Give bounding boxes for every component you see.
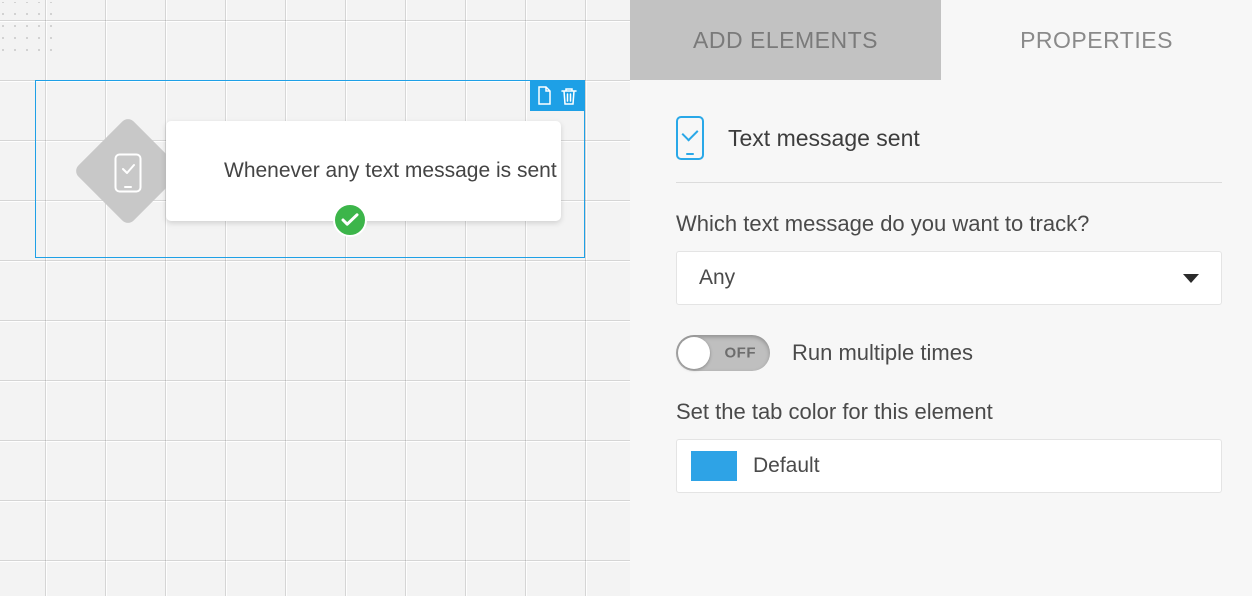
status-ok-icon xyxy=(333,203,367,237)
node-selection[interactable]: Whenever any text message is sent xyxy=(35,80,585,258)
tab-color-select[interactable]: Default xyxy=(676,439,1222,493)
panel-title: Text message sent xyxy=(728,125,920,152)
panel-header: Text message sent xyxy=(676,116,1222,183)
color-swatch xyxy=(691,451,737,481)
track-message-select[interactable]: Any xyxy=(676,251,1222,305)
trigger-card[interactable]: Whenever any text message is sent xyxy=(166,121,561,221)
side-panel: ADD ELEMENTS PROPERTIES Text message sen… xyxy=(630,0,1252,596)
tab-properties[interactable]: PROPERTIES xyxy=(941,0,1252,80)
tab-add-elements[interactable]: ADD ELEMENTS xyxy=(630,0,941,80)
run-multiple-toggle[interactable]: OFF xyxy=(676,335,770,371)
text-message-sent-icon xyxy=(676,116,704,160)
run-multiple-label: Run multiple times xyxy=(792,340,973,366)
tab-properties-label: PROPERTIES xyxy=(1020,27,1173,54)
toggle-state-label: OFF xyxy=(725,345,757,362)
panel-tabs: ADD ELEMENTS PROPERTIES xyxy=(630,0,1252,80)
tab-color-value: Default xyxy=(753,454,820,478)
tab-add-elements-label: ADD ELEMENTS xyxy=(693,27,878,54)
toggle-knob xyxy=(678,337,710,369)
flow-canvas[interactable]: Whenever any text message is sent xyxy=(0,0,630,596)
tab-color-label: Set the tab color for this element xyxy=(676,399,1222,425)
track-question-label: Which text message do you want to track? xyxy=(676,211,1222,237)
delete-icon[interactable] xyxy=(560,86,578,106)
chevron-down-icon xyxy=(1183,274,1199,283)
node-toolbar xyxy=(530,81,584,111)
track-message-value: Any xyxy=(699,266,735,290)
duplicate-icon[interactable] xyxy=(536,86,552,106)
trigger-card-text: Whenever any text message is sent xyxy=(224,159,557,183)
